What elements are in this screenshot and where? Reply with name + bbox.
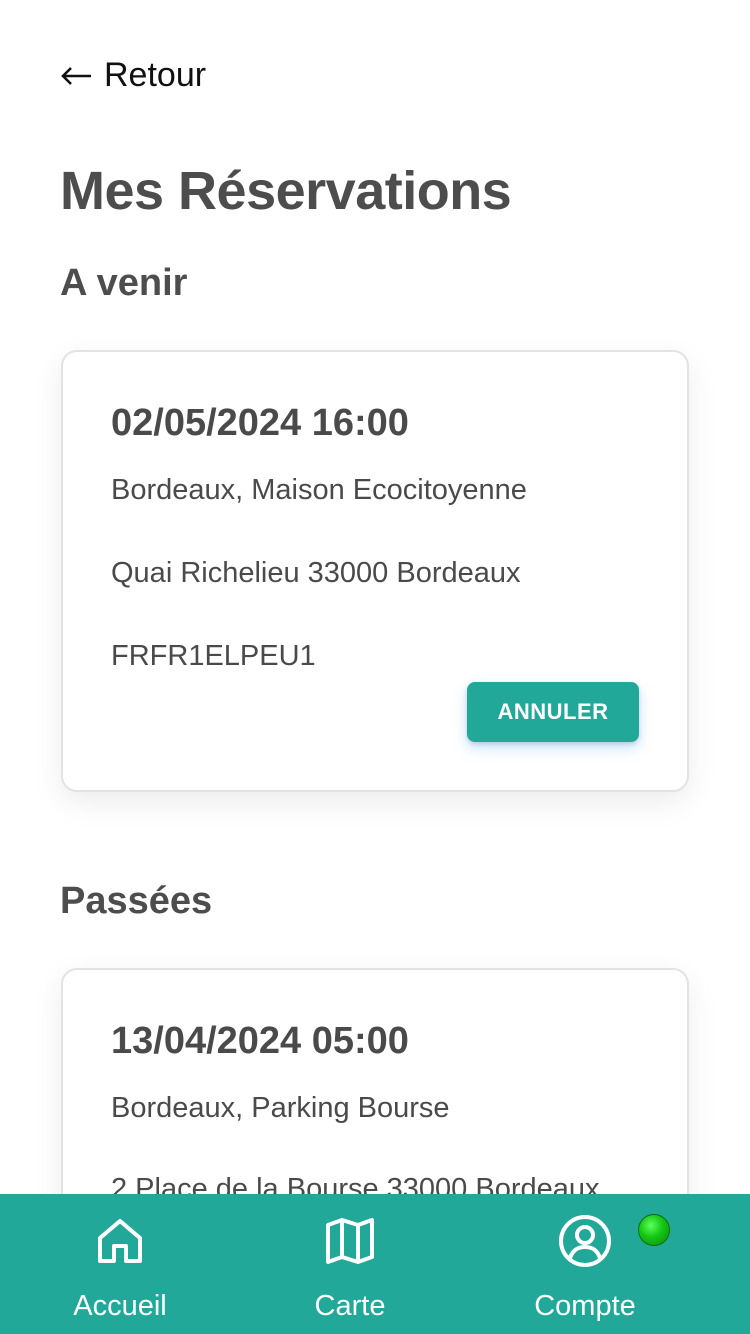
nav-label: Compte: [534, 1290, 636, 1322]
reservation-station: Bordeaux, Maison Ecocitoyenne: [111, 474, 527, 506]
section-title-past: Passées: [60, 880, 213, 922]
section-title-upcoming: A venir: [60, 262, 188, 304]
map-icon: [325, 1214, 375, 1268]
back-link[interactable]: Retour: [60, 56, 206, 95]
home-icon: [96, 1214, 144, 1268]
reservation-code: FRFR1ELPEU1: [111, 640, 316, 672]
status-indicator-dot: [638, 1214, 670, 1246]
reservation-address: Quai Richelieu 33000 Bordeaux: [111, 557, 521, 589]
reservation-station: Bordeaux, Parking Bourse: [111, 1092, 450, 1124]
arrow-left-icon: [60, 66, 92, 86]
cancel-button[interactable]: ANNULER: [467, 682, 639, 742]
back-label: Retour: [104, 56, 207, 94]
bottom-nav: Accueil Carte Compte: [0, 1194, 750, 1334]
reservations-page: Retour Mes Réservations A venir 02/05/20…: [0, 0, 750, 1334]
nav-item-carte[interactable]: Carte: [250, 1194, 450, 1334]
reservation-datetime: 02/05/2024 16:00: [111, 402, 409, 444]
nav-item-accueil[interactable]: Accueil: [20, 1194, 220, 1334]
reservation-card-upcoming: 02/05/2024 16:00 Bordeaux, Maison Ecocit…: [61, 350, 689, 792]
reservation-datetime: 13/04/2024 05:00: [111, 1020, 409, 1062]
account-circle-icon: [558, 1214, 612, 1268]
nav-label: Accueil: [73, 1290, 167, 1322]
nav-label: Carte: [314, 1290, 386, 1322]
page-title: Mes Réservations: [60, 161, 512, 221]
